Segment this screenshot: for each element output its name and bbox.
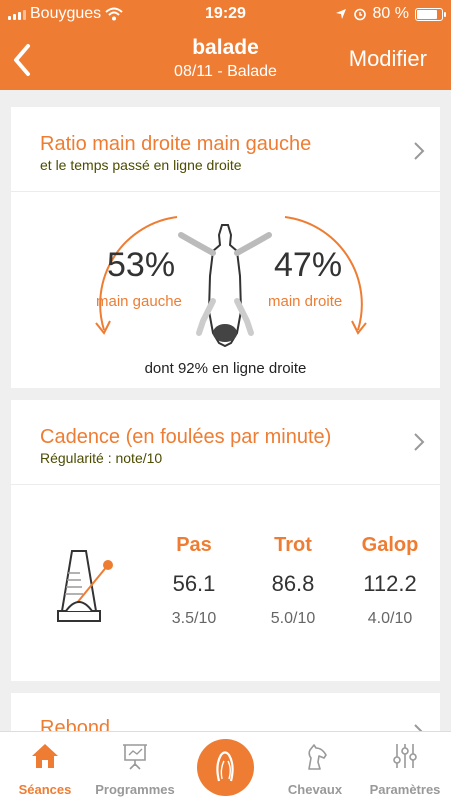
tab-label: Chevaux bbox=[287, 782, 343, 797]
location-icon bbox=[335, 9, 346, 19]
alarm-icon bbox=[353, 8, 366, 21]
cadence-card-header[interactable]: Cadence (en foulées par minute) Régulari… bbox=[11, 400, 440, 485]
record-session-button[interactable] bbox=[197, 739, 254, 796]
tab-chevaux[interactable]: Chevaux bbox=[270, 732, 360, 801]
status-right: 80 % bbox=[335, 5, 446, 23]
tab-seances[interactable]: Séances bbox=[0, 732, 90, 801]
home-icon bbox=[32, 744, 58, 768]
cadence-card-title: Cadence (en foulées par minute) bbox=[40, 426, 332, 448]
gait-canter-label: Galop bbox=[361, 534, 419, 556]
horse-head-icon bbox=[308, 744, 327, 770]
metronome-icon bbox=[57, 550, 113, 622]
chevron-right-icon bbox=[414, 142, 425, 160]
right-hand-percent: 47% bbox=[274, 246, 343, 284]
presentation-icon bbox=[123, 744, 147, 770]
cadence-card-subtitle: Régularité : note/10 bbox=[40, 450, 163, 466]
tab-parametres[interactable]: Paramètres bbox=[360, 732, 450, 801]
tab-label: Séances bbox=[18, 782, 72, 797]
rebond-card-title: Rebond bbox=[40, 717, 111, 731]
gait-walk-label: Pas bbox=[176, 534, 212, 556]
battery-percent: 80 % bbox=[372, 5, 409, 22]
status-bar: Bouygues 19:29 80 % bbox=[0, 0, 451, 30]
right-hand-label: main droite bbox=[268, 293, 343, 310]
edit-button[interactable]: Modifier bbox=[349, 46, 427, 72]
gait-trot-value: 86.8 bbox=[271, 571, 315, 596]
left-hand-label: main gauche bbox=[96, 293, 182, 310]
horse-top-view-icon bbox=[178, 224, 272, 348]
gait-trot-label: Trot bbox=[274, 534, 312, 556]
gait-walk-value: 56.1 bbox=[172, 571, 216, 596]
gait-canter-score: 4.0/10 bbox=[367, 610, 413, 627]
tab-label: Programmes bbox=[95, 782, 175, 797]
chevron-right-icon bbox=[414, 433, 425, 451]
header: Bouygues 19:29 80 % balade 08/11 - Balad… bbox=[0, 0, 451, 90]
ratio-card-title: Ratio main droite main gauche bbox=[40, 133, 312, 155]
rebond-card[interactable]: Rebond bbox=[11, 693, 440, 731]
gait-trot-score: 5.0/10 bbox=[270, 610, 316, 627]
tab-label: Paramètres bbox=[369, 782, 441, 797]
ratio-card-header[interactable]: Ratio main droite main gauche et le temp… bbox=[11, 107, 440, 192]
ratio-card-subtitle: et le temps passé en ligne droite bbox=[40, 157, 242, 173]
straight-line-note: dont 92% en ligne droite bbox=[144, 360, 307, 377]
ratio-card: Ratio main droite main gauche et le temp… bbox=[11, 107, 440, 388]
tab-bar: Séances Programmes Chevaux Paramètres bbox=[0, 731, 451, 801]
gait-canter-value: 112.2 bbox=[363, 571, 417, 596]
horseshoe-record-icon bbox=[216, 751, 234, 782]
tab-programmes[interactable]: Programmes bbox=[90, 732, 180, 801]
gait-walk-score: 3.5/10 bbox=[171, 610, 217, 627]
left-hand-percent: 53% bbox=[107, 246, 176, 284]
chevron-right-icon bbox=[414, 724, 423, 731]
battery-icon bbox=[415, 7, 446, 21]
cadence-card: Cadence (en foulées par minute) Régulari… bbox=[11, 400, 440, 681]
sliders-icon bbox=[393, 744, 417, 768]
